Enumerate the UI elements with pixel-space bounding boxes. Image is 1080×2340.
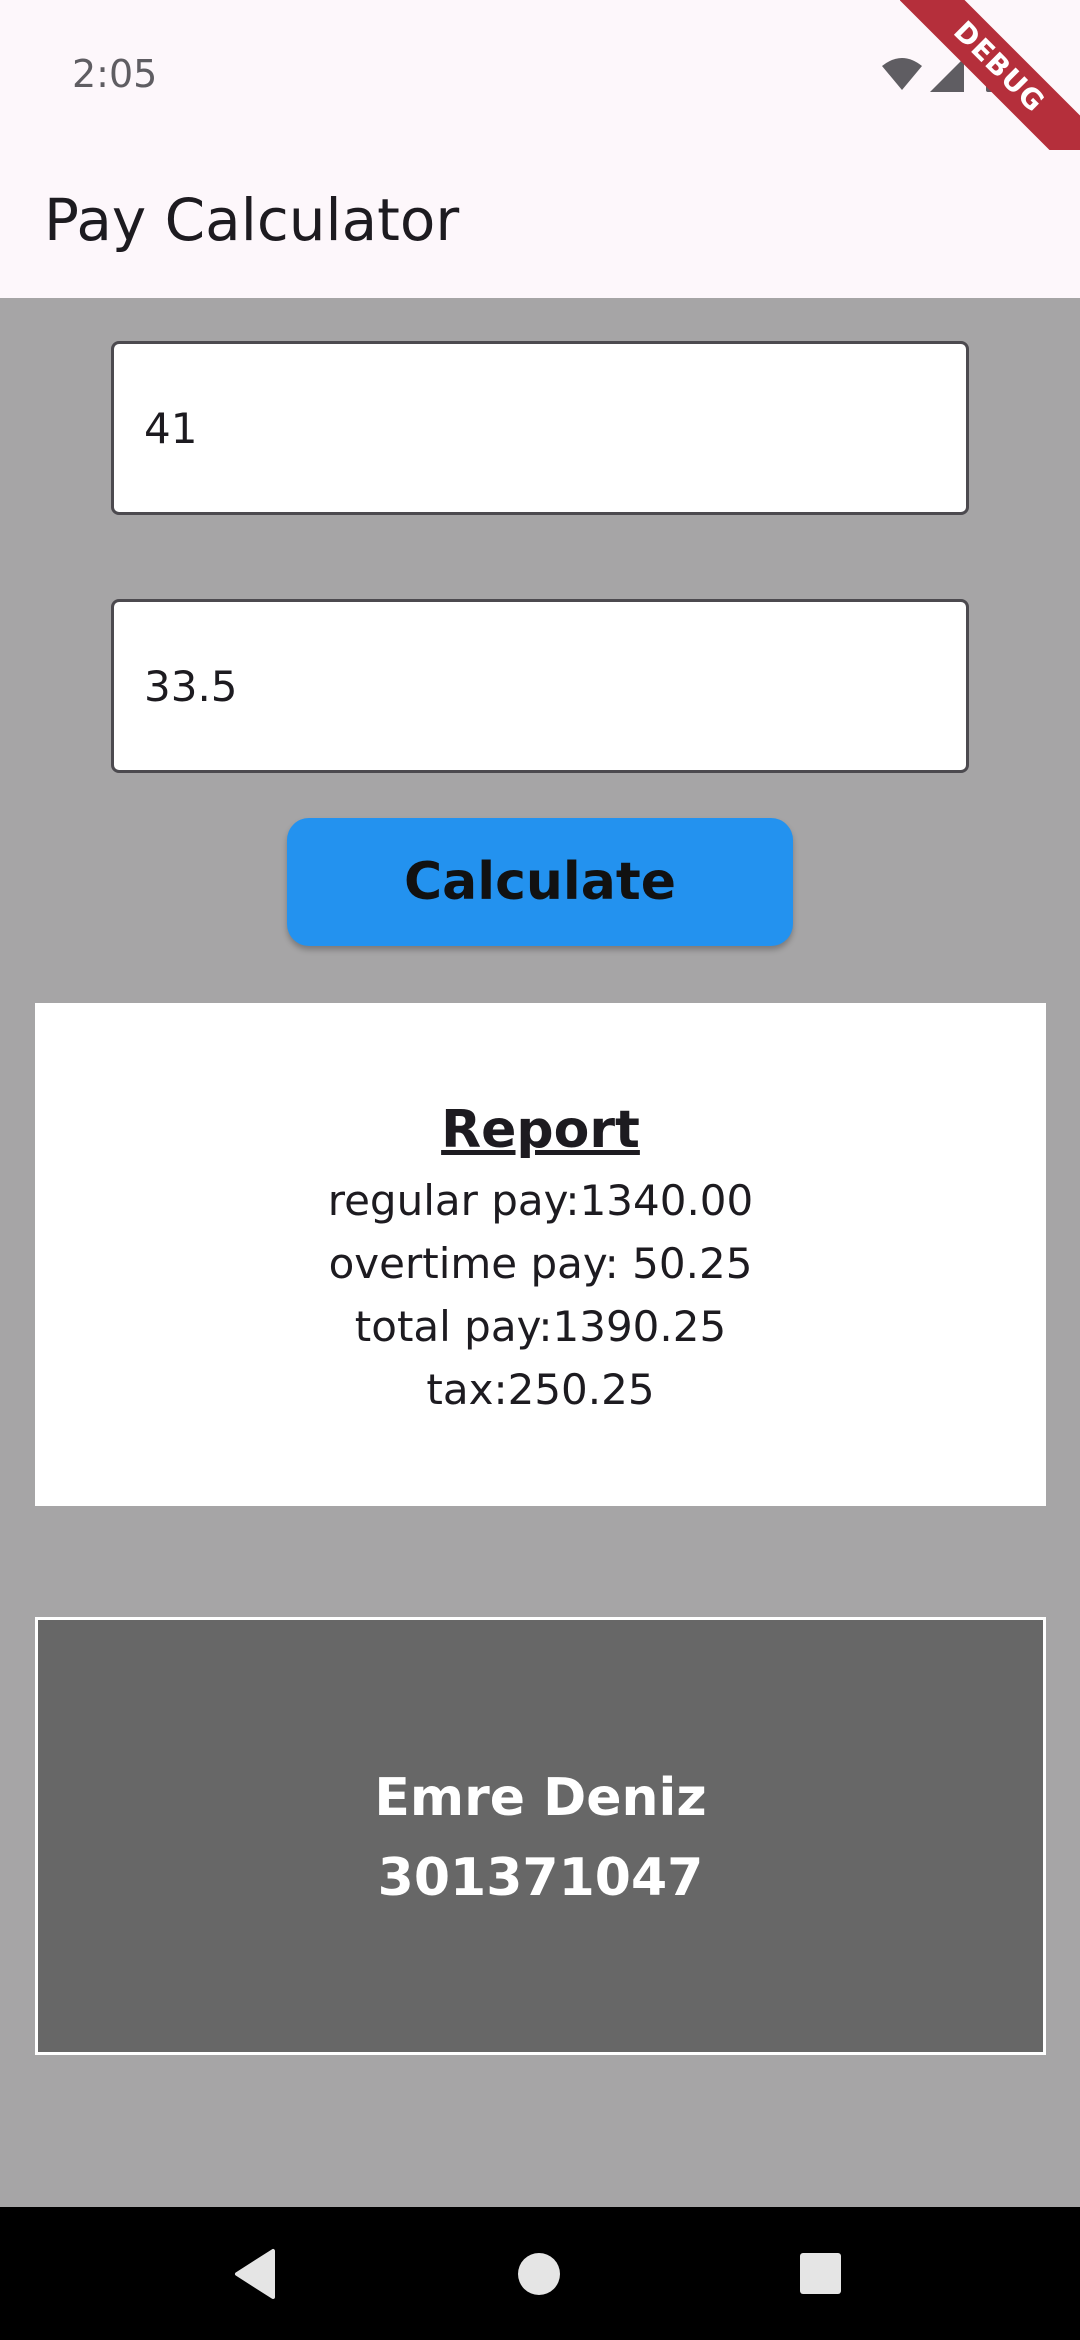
total-pay-text: total pay:1390.25	[354, 1302, 727, 1351]
recents-button[interactable]	[755, 2207, 888, 2340]
status-time: 2:05	[72, 52, 158, 96]
status-bar: 2:05	[0, 0, 1080, 150]
regular-pay-text: regular pay:1340.00	[327, 1176, 754, 1225]
hours-input[interactable]	[144, 344, 934, 512]
home-icon	[518, 2253, 560, 2295]
app-bar: Pay Calculator	[0, 150, 1080, 298]
navigation-bar	[0, 2207, 1080, 2340]
report-title: Report	[441, 1100, 640, 1160]
back-icon	[235, 2249, 275, 2299]
back-button[interactable]	[191, 2207, 324, 2340]
battery-icon	[986, 56, 1004, 92]
student-id: 301371047	[377, 1848, 704, 1908]
student-info-card: Emre Deniz 301371047	[35, 1617, 1046, 2055]
report-content: Report regular pay:1340.00 overtime pay:…	[35, 1095, 1046, 1421]
overtime-pay-text: overtime pay: 50.25	[328, 1239, 753, 1288]
rate-field[interactable]	[111, 599, 969, 773]
calculate-button[interactable]: Calculate	[287, 818, 793, 946]
page-title: Pay Calculator	[44, 186, 460, 254]
recents-icon	[800, 2253, 841, 2294]
signal-icon	[930, 58, 964, 92]
home-button[interactable]	[473, 2207, 606, 2340]
status-icons	[880, 56, 1080, 96]
rate-input[interactable]	[144, 602, 934, 770]
wifi-icon	[882, 58, 922, 90]
report-card: Report regular pay:1340.00 overtime pay:…	[35, 1003, 1046, 1506]
tax-text: tax:250.25	[426, 1365, 655, 1414]
student-name: Emre Deniz	[374, 1768, 707, 1828]
hours-field[interactable]	[111, 341, 969, 515]
student-info: Emre Deniz 301371047	[38, 1758, 1043, 1918]
